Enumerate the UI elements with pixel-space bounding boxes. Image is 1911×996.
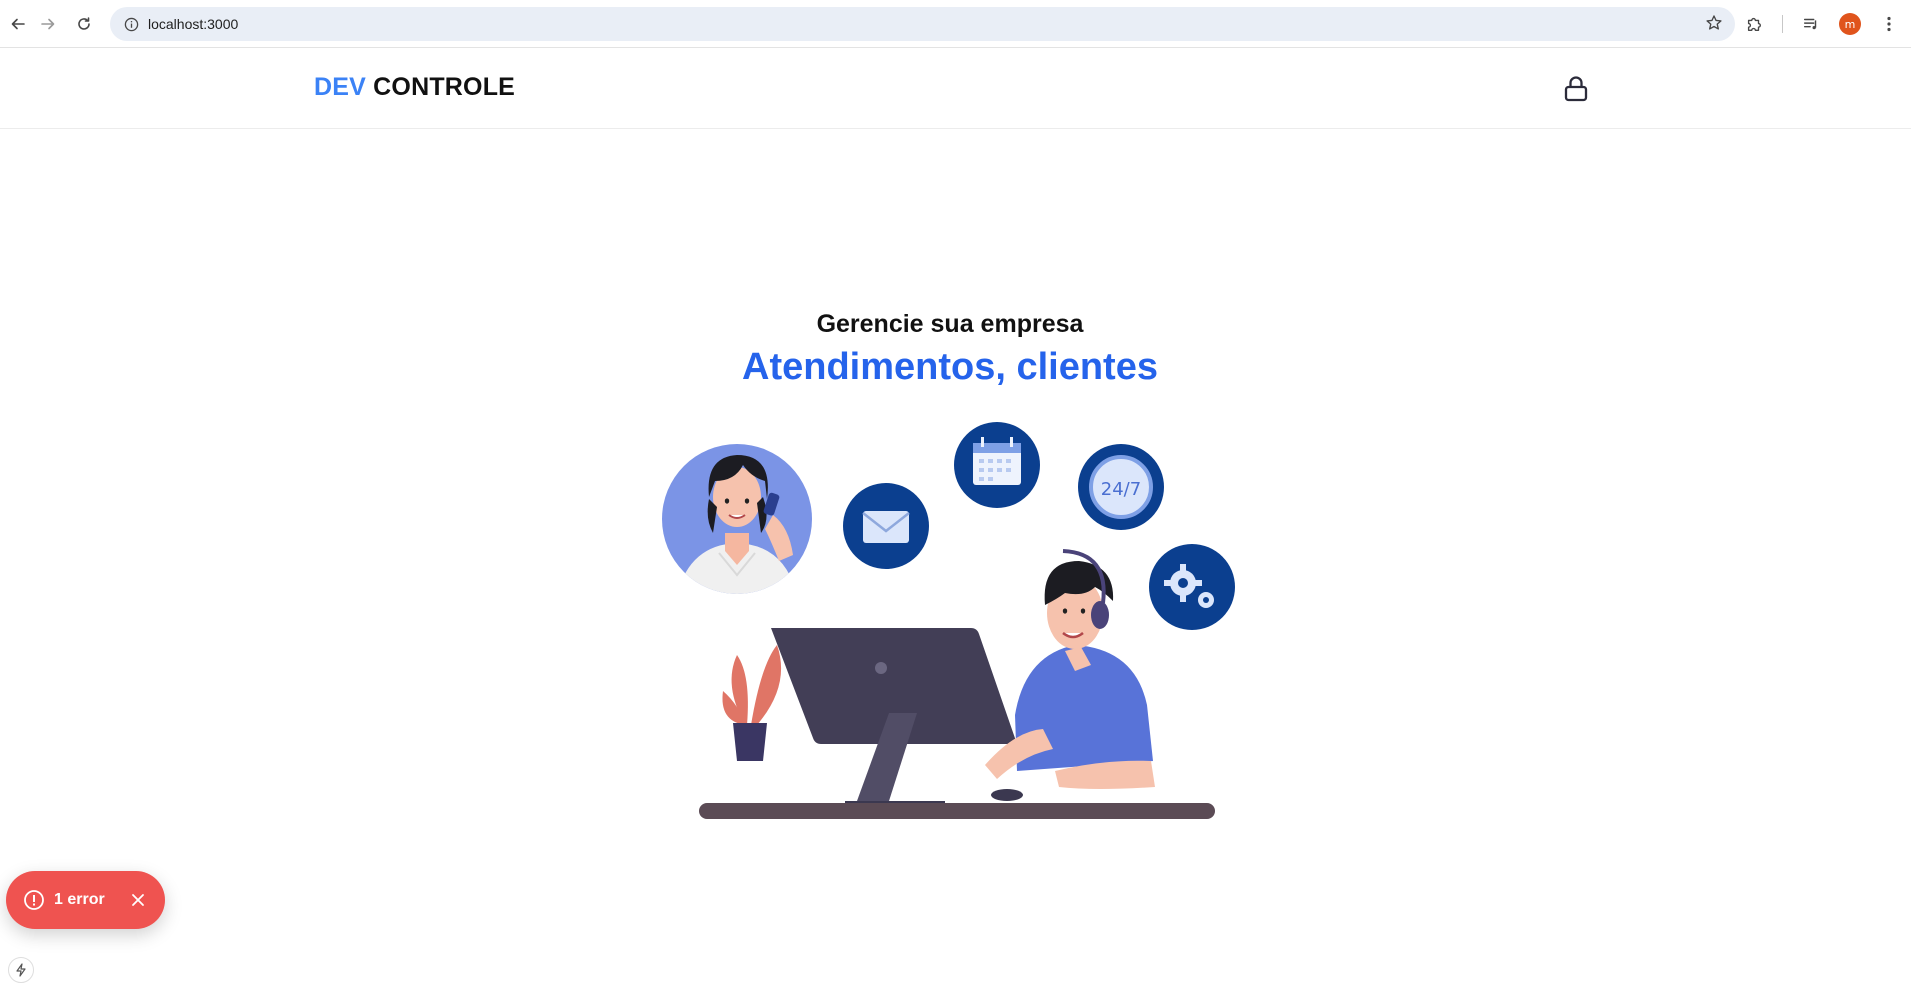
clock-24-7-icon: 24/7	[1078, 444, 1164, 530]
url-text[interactable]: localhost:3000	[148, 16, 238, 32]
reload-icon	[78, 17, 90, 30]
arrow-right-icon	[41, 18, 55, 30]
clock-label: 24/7	[1101, 479, 1141, 500]
support-agent-illustration	[985, 549, 1155, 801]
computer-monitor	[771, 628, 1017, 809]
hero-headline: Atendimentos, clientes	[742, 346, 1158, 388]
star-icon[interactable]	[1705, 14, 1723, 37]
calendar-icon	[954, 422, 1040, 508]
address-bar[interactable]: localhost:3000	[110, 7, 1735, 41]
kebab-menu-icon[interactable]	[1875, 10, 1903, 38]
logo-accent-text: DEV	[314, 73, 367, 101]
plant-illustration	[722, 645, 782, 761]
toolbar-divider	[1782, 15, 1783, 33]
hero-illustration: 24/7	[655, 415, 1255, 830]
reload-button[interactable]	[66, 6, 102, 42]
toolbar-actions: m	[1740, 7, 1903, 41]
puzzle-icon[interactable]	[1740, 10, 1768, 38]
error-toast[interactable]: 1 error	[6, 871, 165, 929]
lock-icon[interactable]	[1563, 75, 1591, 105]
arrow-left-icon	[11, 18, 25, 30]
app-header: DEV CONTROLE	[0, 48, 1911, 129]
info-icon[interactable]	[120, 13, 142, 35]
customer-support-illustration: 24/7	[662, 422, 1235, 819]
gears-icon	[1149, 544, 1235, 630]
envelope-icon	[843, 483, 929, 569]
error-count-label: 1 error	[54, 891, 105, 908]
desk	[699, 803, 1215, 819]
logo-main-text: CONTROLE	[373, 73, 516, 101]
build-activity-icon[interactable]	[8, 957, 34, 983]
alert-circle-icon	[22, 888, 46, 912]
media-control-icon[interactable]	[1797, 10, 1825, 38]
woman-on-phone-avatar	[662, 444, 812, 594]
profile-avatar[interactable]: m	[1839, 13, 1861, 35]
hero-subtitle: Gerencie sua empresa	[816, 310, 1084, 338]
browser-toolbar: localhost:3000 m	[0, 0, 1911, 48]
close-icon[interactable]	[127, 889, 149, 911]
forward-button[interactable]	[30, 6, 66, 42]
logo[interactable]: DEV CONTROLE	[314, 73, 515, 102]
